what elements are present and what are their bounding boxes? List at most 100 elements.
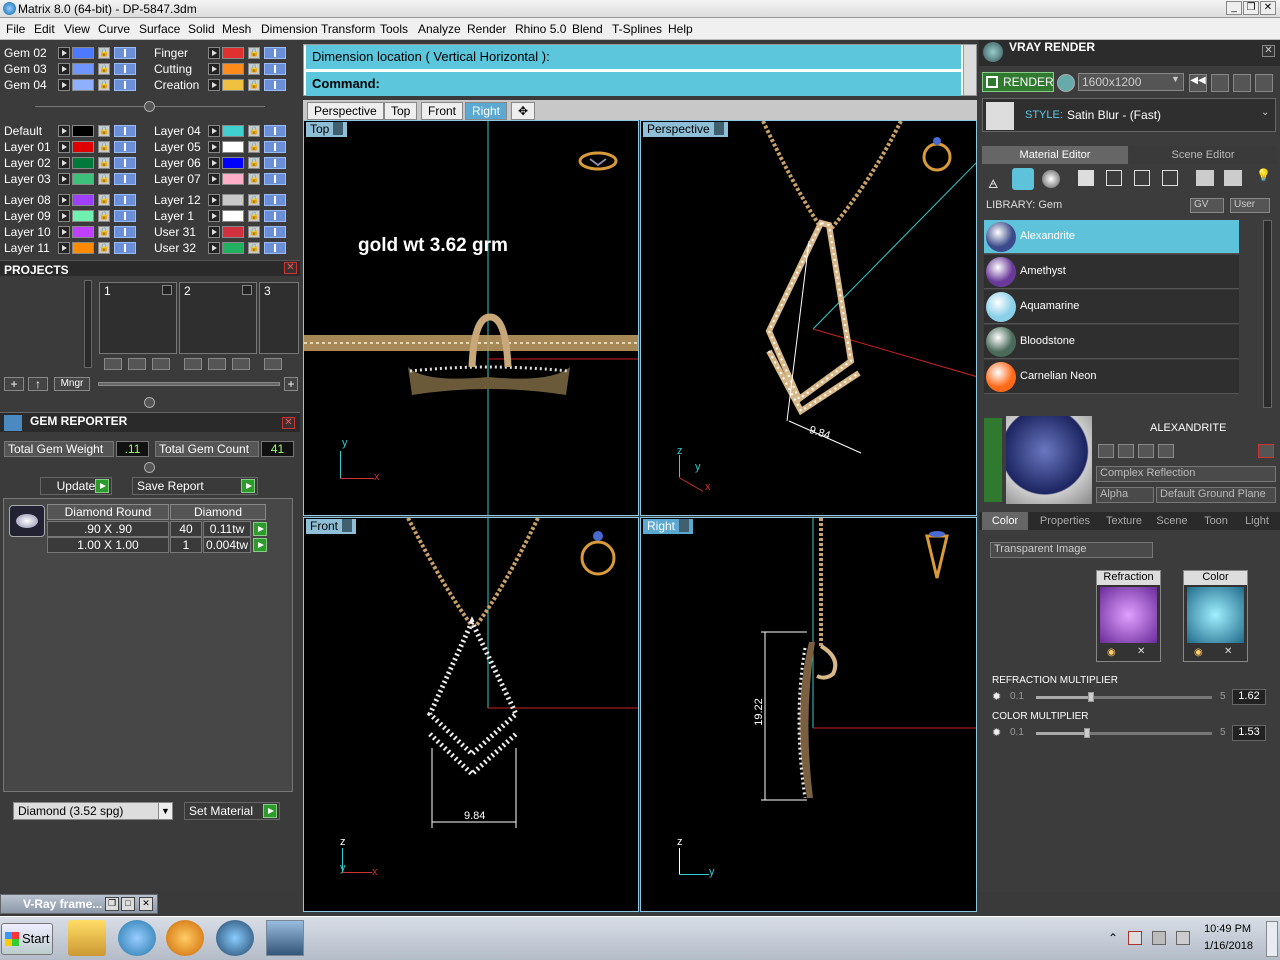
set-material-go-icon[interactable] — [263, 804, 277, 818]
expand-button[interactable]: + — [284, 377, 298, 391]
drop-icon[interactable]: 🜁 — [988, 170, 1004, 191]
layer-current-toggle[interactable] — [114, 141, 136, 153]
export-icon[interactable] — [1138, 444, 1154, 458]
network-icon[interactable] — [1152, 931, 1166, 945]
folder-icon[interactable] — [68, 920, 106, 956]
layer-name[interactable]: Layer 04 — [154, 124, 206, 138]
layer-row[interactable]: Layer 04 🔒 — [154, 124, 294, 138]
layer-name[interactable]: Layer 05 — [154, 140, 206, 154]
layer-current-toggle[interactable] — [114, 79, 136, 91]
show-desktop-button[interactable] — [1266, 921, 1278, 957]
menu-transform[interactable]: Transform — [321, 22, 375, 36]
lock-icon[interactable]: 🔒 — [248, 141, 260, 153]
layer-expand-icon[interactable] — [58, 157, 70, 169]
command-input[interactable]: Command: — [306, 72, 961, 96]
tab-top[interactable]: Top — [384, 102, 418, 120]
save-report-go-icon[interactable] — [241, 479, 255, 493]
tab-color[interactable]: Color — [982, 512, 1028, 530]
menu-mesh[interactable]: Mesh — [222, 22, 251, 36]
layer-name[interactable]: Gem 02 — [4, 46, 56, 60]
layer-name[interactable]: Layer 09 — [4, 209, 56, 223]
layer-name[interactable]: Layer 07 — [154, 172, 206, 186]
select-gem-icon[interactable] — [253, 538, 267, 552]
color-slider-thumb[interactable] — [1084, 728, 1091, 738]
layer-name[interactable]: Gem 03 — [4, 62, 56, 76]
delete-icon[interactable] — [232, 358, 250, 370]
add-project-button[interactable]: + — [4, 377, 24, 391]
side-expand-icon[interactable] — [984, 418, 1002, 502]
tab-properties[interactable]: Properties — [1031, 512, 1099, 530]
layer-color-swatch[interactable] — [72, 125, 94, 137]
lock-icon[interactable]: 🔒 — [98, 194, 110, 206]
media-player-icon[interactable] — [166, 920, 204, 956]
layer-row[interactable]: Layer 1 🔒 — [154, 209, 294, 223]
pattern-icon[interactable] — [1106, 170, 1122, 186]
layer-current-toggle[interactable] — [264, 79, 286, 91]
layer-color-swatch[interactable] — [72, 210, 94, 222]
ground-plane-select[interactable]: Default Ground Plane — [1156, 487, 1276, 503]
vray-close-icon[interactable]: ✕ — [1262, 45, 1275, 57]
frame-buffer-icon[interactable] — [1211, 74, 1229, 92]
layer-color-swatch[interactable] — [72, 242, 94, 254]
transparent-image-select[interactable]: Transparent Image — [990, 542, 1153, 558]
close-icon[interactable]: ✕ — [1137, 646, 1145, 657]
layer-row[interactable]: Finger 🔒 — [154, 46, 294, 60]
layer-color-swatch[interactable] — [72, 47, 94, 59]
rewind-icon[interactable]: ◀◀ — [1189, 74, 1207, 92]
layer-color-swatch[interactable] — [222, 210, 244, 222]
layer-row[interactable]: Cutting 🔒 — [154, 62, 294, 76]
clock-time[interactable]: 10:49 PM — [1204, 923, 1251, 935]
layer-expand-icon[interactable] — [208, 63, 220, 75]
layer-name[interactable]: Cutting — [154, 62, 206, 76]
add-tab-button[interactable]: ✥ — [511, 102, 535, 120]
lock-icon[interactable]: 🔒 — [98, 125, 110, 137]
layer-color-swatch[interactable] — [72, 194, 94, 206]
security-icon[interactable] — [1128, 931, 1142, 945]
layer-current-toggle[interactable] — [264, 141, 286, 153]
layer-color-swatch[interactable] — [72, 63, 94, 75]
color-wheel-icon[interactable]: ◉ — [1194, 647, 1203, 658]
menu-tsplines[interactable]: T-Splines — [612, 22, 662, 36]
layer-expand-icon[interactable] — [58, 141, 70, 153]
layer-row[interactable]: Gem 02 🔒 — [4, 46, 144, 60]
layer-expand-icon[interactable] — [58, 79, 70, 91]
layer-name[interactable]: Layer 12 — [154, 193, 206, 207]
lock-icon[interactable]: 🔒 — [98, 173, 110, 185]
paint-icon[interactable] — [1196, 170, 1214, 186]
lock-icon[interactable]: 🔒 — [98, 79, 110, 91]
layer-expand-icon[interactable] — [208, 226, 220, 238]
layer-expand-icon[interactable] — [58, 125, 70, 137]
layer-expand-icon[interactable] — [208, 242, 220, 254]
layer-expand-icon[interactable] — [208, 141, 220, 153]
up-icon[interactable] — [104, 358, 122, 370]
update-go-icon[interactable] — [95, 479, 109, 493]
layer-expand-icon[interactable] — [58, 63, 70, 75]
tab-scene-editor[interactable]: Scene Editor — [1129, 146, 1277, 164]
lock-icon[interactable]: 🔒 — [248, 226, 260, 238]
layer-current-toggle[interactable] — [114, 47, 136, 59]
alpha-toggle[interactable]: Alpha — [1096, 487, 1154, 503]
menu-view[interactable]: View — [64, 22, 90, 36]
chevron-up-icon[interactable]: ⌃ — [1108, 931, 1118, 945]
table-row[interactable]: .90 X .90 40 0.11tw — [47, 521, 277, 537]
project-slot-2[interactable]: 2 — [179, 282, 257, 354]
layer-current-toggle[interactable] — [114, 63, 136, 75]
restore-icon[interactable]: ❐ — [105, 897, 119, 911]
up-project-button[interactable]: ↑ — [28, 377, 48, 391]
layer-current-toggle[interactable] — [264, 210, 286, 222]
layer-color-swatch[interactable] — [222, 173, 244, 185]
save-icon[interactable] — [1098, 444, 1114, 458]
gem-reporter-close-icon[interactable]: ✕ — [282, 417, 295, 429]
layer-row[interactable]: Layer 11 🔒 — [4, 241, 144, 255]
menu-rhino[interactable]: Rhino 5.0 — [515, 22, 566, 36]
layer-row[interactable]: Gem 04 🔒 — [4, 78, 144, 92]
menu-file[interactable]: File — [6, 22, 25, 36]
minimize-button[interactable]: _ — [1226, 1, 1242, 15]
layer-color-swatch[interactable] — [72, 141, 94, 153]
slot-arrow-icon[interactable] — [162, 285, 172, 295]
layer-name[interactable]: Layer 10 — [4, 225, 56, 239]
menu-curve[interactable]: Curve — [98, 22, 130, 36]
layer-current-toggle[interactable] — [264, 242, 286, 254]
tab-toon[interactable]: Toon — [1195, 512, 1237, 530]
layer-expand-icon[interactable] — [58, 47, 70, 59]
